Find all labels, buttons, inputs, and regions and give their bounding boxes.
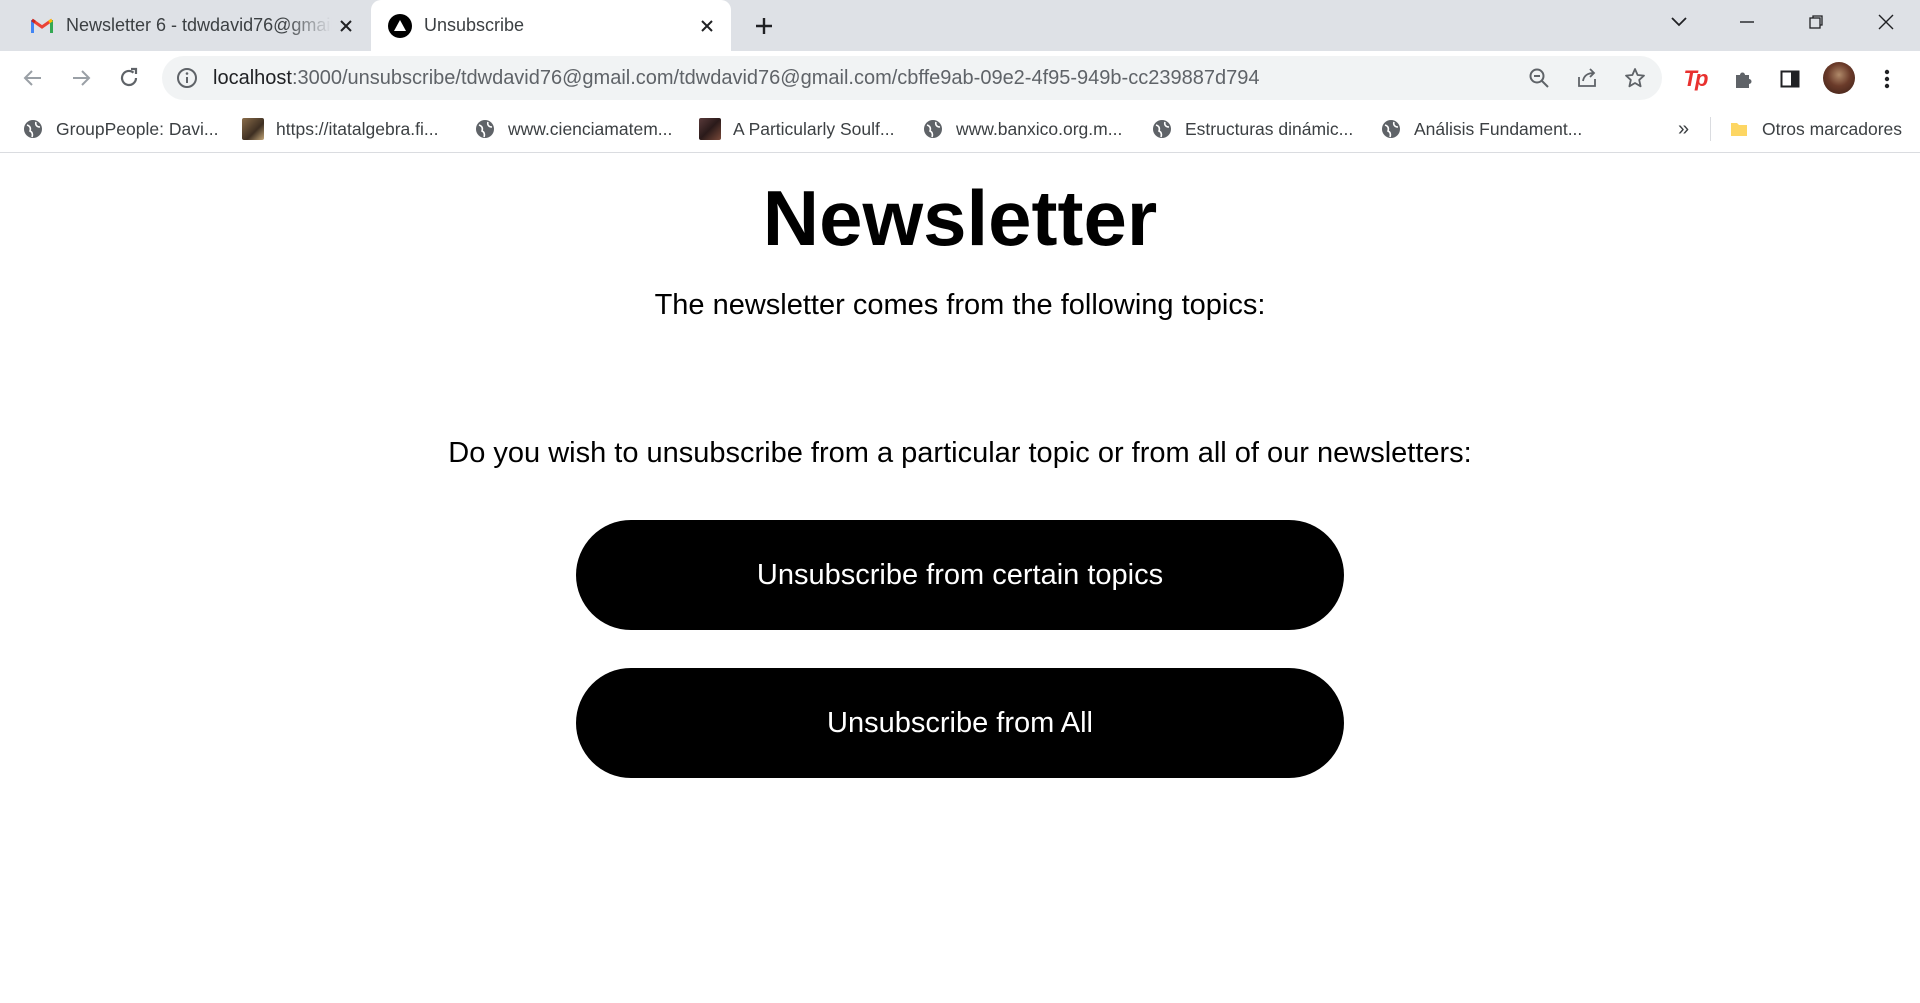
menu-dots-icon[interactable] <box>1871 63 1903 95</box>
puzzle-icon[interactable] <box>1727 63 1759 95</box>
globe-icon <box>1380 118 1402 140</box>
bookmark-label: https://itatalgebra.fi... <box>276 118 439 139</box>
reload-icon <box>120 67 138 87</box>
folder-icon <box>1728 118 1750 140</box>
bookmark-label: A Particularly Soulf... <box>733 118 895 139</box>
close-icon <box>1878 14 1894 30</box>
bookmark-label: Otros marcadores <box>1762 118 1903 139</box>
bookmark-item[interactable]: www.banxico.org.m... <box>922 105 1122 153</box>
chevron-down-icon <box>1671 17 1687 27</box>
bookmark-label: www.banxico.org.m... <box>956 118 1123 139</box>
star-icon[interactable] <box>1619 62 1651 94</box>
forward-arrow-icon <box>73 70 91 86</box>
globe-icon <box>1151 118 1173 140</box>
minimize-icon <box>1740 21 1754 23</box>
forward-button[interactable] <box>64 61 98 95</box>
url-text[interactable]: localhost:3000/unsubscribe/tdwdavid76@gm… <box>213 56 1259 100</box>
bookmark-label: www.cienciamatem... <box>508 118 673 139</box>
plus-icon <box>756 18 772 34</box>
bookmark-item[interactable]: https://itatalgebra.fi... <box>242 105 438 153</box>
globe-icon <box>22 118 44 140</box>
page-title: Newsletter <box>762 174 1158 262</box>
bookmark-item[interactable]: Estructuras dinámic... <box>1151 105 1353 153</box>
globe-icon <box>922 118 944 140</box>
tab-strip: Newsletter 6 - tdwdavid76@gmail.com - Gm… <box>0 0 1920 51</box>
restore-button[interactable] <box>1796 5 1836 39</box>
bookmark-label: Análisis Fundament... <box>1414 118 1583 139</box>
bookmark-item[interactable]: Análisis Fundament... <box>1380 105 1582 153</box>
info-icon[interactable] <box>174 65 200 91</box>
thumbnail-icon <box>242 118 264 140</box>
thumbnail-icon <box>699 118 721 140</box>
bookmark-label: Estructuras dinámic... <box>1185 118 1354 139</box>
page-content: Newsletter The newsletter comes from the… <box>0 153 1920 1003</box>
reload-button[interactable] <box>112 61 146 95</box>
profile-avatar[interactable] <box>1823 62 1855 94</box>
close-icon[interactable] <box>332 12 360 40</box>
bookmarks-bar: GroupPeople: Davi... https://itatalgebra… <box>0 105 1920 153</box>
tp-extension-icon[interactable]: Tp <box>1679 63 1711 95</box>
bookmark-label: GroupPeople: Davi... <box>56 118 219 139</box>
bookmarks-divider <box>1710 117 1711 141</box>
url-path: :3000/unsubscribe/tdwdavid76@gmail.com/t… <box>291 67 1260 89</box>
more-bookmarks-button[interactable]: » <box>1678 105 1689 153</box>
new-tab-button[interactable] <box>748 10 780 42</box>
tab-title: Newsletter 6 - tdwdavid76@gmail.com - Gm… <box>66 15 332 35</box>
unsubscribe-topics-button[interactable]: Unsubscribe from certain topics <box>576 520 1344 630</box>
unsubscribe-question: Do you wish to unsubscribe from a partic… <box>448 437 1472 469</box>
browser-toolbar: localhost:3000/unsubscribe/tdwdavid76@gm… <box>0 51 1920 105</box>
share-icon[interactable] <box>1571 62 1603 94</box>
tab-title: Unsubscribe <box>424 15 525 35</box>
back-button[interactable] <box>16 61 50 95</box>
close-icon[interactable] <box>693 12 721 40</box>
bookmark-item[interactable]: www.cienciamatem... <box>474 105 672 153</box>
triangle-logo-icon <box>388 13 412 38</box>
bookmark-item[interactable]: GroupPeople: Davi... <box>22 105 218 153</box>
restore-icon <box>1809 15 1823 29</box>
minimize-button[interactable] <box>1727 5 1767 39</box>
globe-icon <box>474 118 496 140</box>
address-bar[interactable]: localhost:3000/unsubscribe/tdwdavid76@gm… <box>162 56 1662 100</box>
close-window-button[interactable] <box>1866 5 1906 39</box>
unsubscribe-all-button[interactable]: Unsubscribe from All <box>576 668 1344 778</box>
side-panel-icon[interactable] <box>1774 63 1806 95</box>
bookmark-item[interactable]: A Particularly Soulf... <box>699 105 894 153</box>
url-host: localhost <box>213 67 292 89</box>
gmail-icon <box>30 14 54 38</box>
other-bookmarks-folder[interactable]: Otros marcadores <box>1728 105 1902 153</box>
back-arrow-icon <box>23 70 41 86</box>
tab-search-button[interactable] <box>1659 5 1699 39</box>
zoom-icon[interactable] <box>1523 62 1555 94</box>
tab-gmail[interactable]: Newsletter 6 - tdwdavid76@gmail.com - Gm… <box>0 0 370 51</box>
topics-intro-text: The newsletter comes from the following … <box>654 289 1266 321</box>
tab-unsubscribe[interactable]: Unsubscribe <box>371 0 731 51</box>
